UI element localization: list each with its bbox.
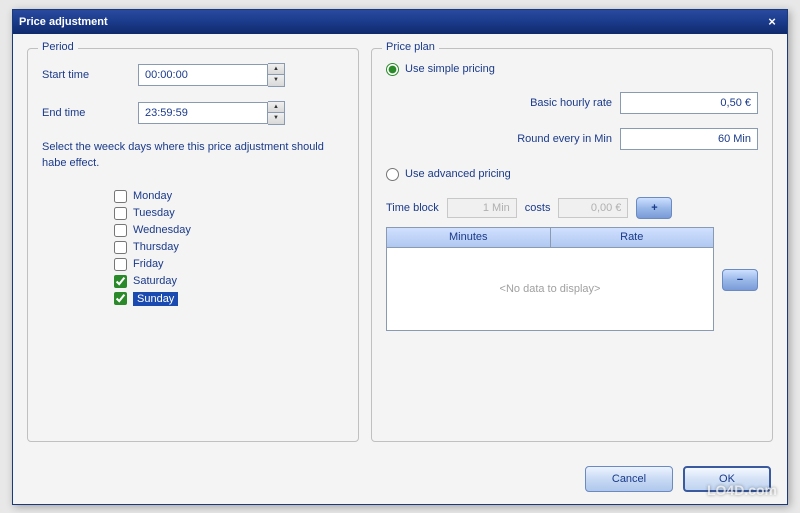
end-time-spinner-buttons: ▲ ▼ [268, 101, 285, 125]
simple-pricing-label: Use simple pricing [405, 63, 495, 75]
pricing-grid: Minutes Rate <No data to display> [386, 227, 714, 331]
weekday-item: Thursday [114, 241, 344, 254]
period-legend: Period [38, 41, 78, 53]
weekday-label[interactable]: Wednesday [133, 224, 191, 236]
costs-label: costs [525, 202, 551, 214]
end-time-row: End time ▲ ▼ [42, 101, 344, 125]
end-time-spinner: ▲ ▼ [138, 101, 285, 125]
start-time-input[interactable] [138, 64, 268, 86]
advanced-row: Time block costs + [386, 197, 758, 219]
grid-empty-text: <No data to display> [387, 248, 713, 330]
column-rate[interactable]: Rate [551, 228, 714, 248]
weekday-item: Wednesday [114, 224, 344, 237]
start-time-spinner: ▲ ▼ [138, 63, 285, 87]
weekday-label[interactable]: Sunday [133, 292, 178, 306]
dialog-window: Price adjustment × Period Start time ▲ ▼… [12, 9, 788, 505]
weekday-checkbox[interactable] [114, 241, 127, 254]
window-title: Price adjustment [19, 16, 108, 28]
close-icon[interactable]: × [763, 14, 781, 29]
remove-row-button[interactable]: − [722, 269, 758, 291]
weekday-list: Monday Tuesday Wednesday Thursday Friday Satu… [114, 190, 344, 306]
spinner-down-icon[interactable]: ▼ [268, 75, 284, 86]
weekday-item: Friday [114, 258, 344, 271]
start-time-spinner-buttons: ▲ ▼ [268, 63, 285, 87]
period-fieldset: Period Start time ▲ ▼ End time ▲ [27, 48, 359, 442]
spinner-up-icon[interactable]: ▲ [268, 102, 284, 113]
weekday-label[interactable]: Tuesday [133, 207, 175, 219]
plus-icon: + [651, 202, 657, 214]
weekday-checkbox[interactable] [114, 275, 127, 288]
content-area: Period Start time ▲ ▼ End time ▲ [13, 34, 787, 456]
weekday-checkbox[interactable] [114, 258, 127, 271]
ok-button[interactable]: OK [683, 466, 771, 492]
weekday-label[interactable]: Monday [133, 190, 172, 202]
simple-pricing-block: Basic hourly rate Round every in Min [430, 92, 758, 150]
column-minutes[interactable]: Minutes [387, 228, 551, 248]
basic-rate-label: Basic hourly rate [482, 97, 612, 109]
cancel-button[interactable]: Cancel [585, 466, 673, 492]
round-every-label: Round every in Min [482, 133, 612, 145]
weekday-checkbox[interactable] [114, 292, 127, 305]
add-row-button[interactable]: + [636, 197, 672, 219]
basic-rate-input[interactable] [620, 92, 758, 114]
weekday-checkbox[interactable] [114, 190, 127, 203]
weekday-item: Saturday [114, 275, 344, 288]
simple-pricing-radio-row: Use simple pricing [386, 63, 758, 76]
weekday-label[interactable]: Friday [133, 258, 164, 270]
weekday-item: Monday [114, 190, 344, 203]
weekday-checkbox[interactable] [114, 224, 127, 237]
spinner-down-icon[interactable]: ▼ [268, 113, 284, 124]
advanced-pricing-label: Use advanced pricing [405, 168, 511, 180]
price-plan-fieldset: Price plan Use simple pricing Basic hour… [371, 48, 773, 442]
weekday-item: Tuesday [114, 207, 344, 220]
weekday-label[interactable]: Thursday [133, 241, 179, 253]
weekday-item: Sunday [114, 292, 344, 306]
dialog-footer: Cancel OK [585, 466, 771, 492]
minus-icon: − [737, 274, 743, 286]
time-block-input [447, 198, 517, 218]
weekday-label[interactable]: Saturday [133, 275, 177, 287]
end-time-input[interactable] [138, 102, 268, 124]
simple-pricing-radio[interactable] [386, 63, 399, 76]
grid-header: Minutes Rate [387, 228, 713, 248]
round-every-input[interactable] [620, 128, 758, 150]
spinner-up-icon[interactable]: ▲ [268, 64, 284, 75]
advanced-pricing-radio-row: Use advanced pricing [386, 168, 758, 181]
start-time-label: Start time [42, 69, 130, 81]
end-time-label: End time [42, 107, 130, 119]
time-block-label: Time block [386, 202, 439, 214]
weekday-checkbox[interactable] [114, 207, 127, 220]
titlebar: Price adjustment × [13, 10, 787, 34]
costs-input [558, 198, 628, 218]
period-help-text: Select the weeck days where this price a… [42, 139, 344, 172]
advanced-pricing-radio[interactable] [386, 168, 399, 181]
start-time-row: Start time ▲ ▼ [42, 63, 344, 87]
grid-wrapper: Minutes Rate <No data to display> − [386, 227, 758, 331]
price-plan-legend: Price plan [382, 41, 439, 53]
